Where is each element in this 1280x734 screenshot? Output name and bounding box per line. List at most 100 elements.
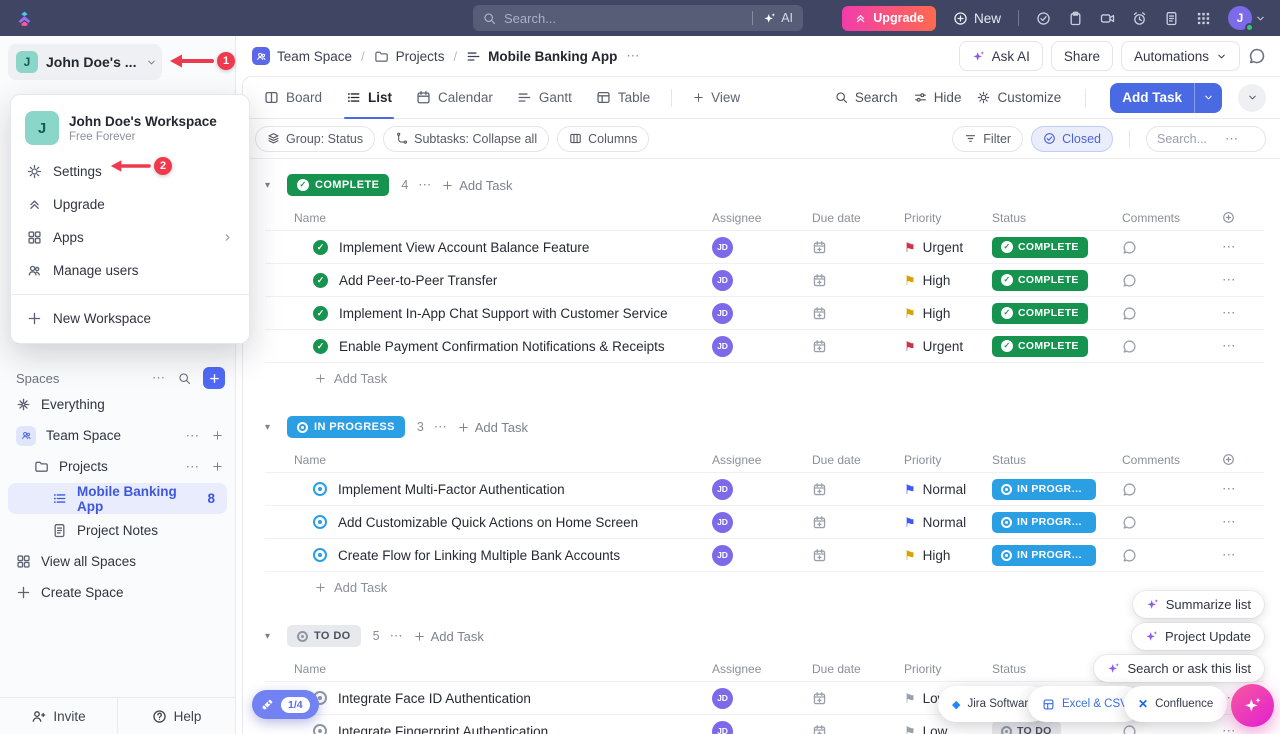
sidebar-item-project-notes[interactable]: Project Notes [0,515,235,546]
global-search[interactable]: AI [473,5,803,31]
add-task-row[interactable]: Add Task [265,362,1264,393]
due-date-add-icon[interactable] [812,339,827,354]
task-name[interactable]: Create Flow for Linking Multiple Bank Ac… [338,548,620,563]
task-row[interactable]: ✓ Add Peer-to-Peer Transfer JD ⚑ High ✓C… [265,263,1264,296]
column-header-comments[interactable]: Comments [1122,453,1214,467]
breadcrumb-projects[interactable]: Projects [374,49,445,64]
status-pill[interactable]: IN PROGRESS [992,479,1096,500]
column-header-name[interactable]: Name [265,453,712,467]
column-header-status[interactable]: Status [992,453,1122,467]
priority-cell[interactable]: ⚑ Urgent [904,339,992,354]
status-ring-icon[interactable] [313,482,327,496]
more-icon[interactable]: ⋯ [1222,481,1237,497]
comment-icon[interactable] [1122,306,1137,321]
status-pill[interactable]: IN PROGRESS [992,512,1096,533]
group-status-pill[interactable]: TO DO [287,625,361,647]
spaces-search-icon[interactable] [178,372,191,385]
closed-pill[interactable]: Closed [1031,126,1113,152]
upgrade-button[interactable]: Upgrade [842,6,936,31]
comment-icon[interactable] [1122,273,1137,288]
subtasks-pill[interactable]: Subtasks: Collapse all [383,126,549,152]
more-icon[interactable]: ⋯ [1222,338,1237,354]
due-date-add-icon[interactable] [812,691,827,706]
clipboard-icon[interactable] [1068,11,1083,26]
more-icon[interactable]: ⋯ [1222,514,1237,530]
due-date-add-icon[interactable] [812,548,827,563]
task-name[interactable]: Implement In-App Chat Support with Custo… [339,306,668,321]
assignee-avatar[interactable]: JD [712,512,733,533]
group-by-pill[interactable]: Group: Status [255,126,375,152]
assignee-avatar[interactable]: JD [712,336,733,357]
group-add-task-button[interactable]: Add Task [442,178,512,193]
search-ai-button[interactable]: AI [752,11,793,25]
new-button[interactable]: New [953,11,1001,26]
menu-item-apps[interactable]: Apps [11,221,249,254]
breadcrumb-team-space[interactable]: Team Space [252,47,352,65]
tab-list[interactable]: List [335,77,403,118]
status-pill[interactable]: ✓COMPLETE [992,270,1088,291]
column-header-assignee[interactable]: Assignee [712,662,812,676]
assignee-avatar[interactable]: JD [712,688,733,709]
automations-button[interactable]: Automations [1121,41,1240,71]
assignee-avatar[interactable]: JD [712,270,733,291]
clickup-logo[interactable] [14,8,34,28]
task-name[interactable]: Integrate Face ID Authentication [338,691,531,706]
assignee-avatar[interactable]: JD [712,545,733,566]
status-check-icon[interactable]: ✓ [313,273,328,288]
search-or-ask-button[interactable]: Search or ask this list [1094,655,1264,682]
notepad-icon[interactable] [1164,11,1179,26]
sidebar-item-view-all-spaces[interactable]: View all Spaces [0,546,235,577]
sidebar-item-everything[interactable]: Everything [0,389,235,420]
status-pill[interactable]: IN PROGRESS [992,545,1096,566]
task-row[interactable]: ✓ Implement View Account Balance Feature… [265,230,1264,263]
plus-icon[interactable] [212,430,223,441]
user-avatar[interactable]: J [1228,6,1252,30]
priority-cell[interactable]: ⚑ Low [904,724,992,734]
more-icon[interactable]: ⋯ [1222,239,1237,255]
column-header-priority[interactable]: Priority [904,453,992,467]
onboarding-progress-pill[interactable]: 1/4 [252,690,319,719]
comment-icon[interactable] [1122,240,1137,255]
plus-icon[interactable] [212,461,223,472]
global-search-input[interactable] [504,11,744,26]
task-name[interactable]: Enable Payment Confirmation Notification… [339,339,665,354]
filter-pill[interactable]: Filter [952,126,1023,152]
invite-button[interactable]: Invite [0,698,117,734]
column-header-due-date[interactable]: Due date [812,662,904,676]
menu-item-upgrade[interactable]: Upgrade [11,188,249,221]
column-header-name[interactable]: Name [265,211,712,225]
status-check-icon[interactable]: ✓ [313,339,328,354]
column-header-priority[interactable]: Priority [904,662,992,676]
more-icon[interactable]: ⋯ [1222,305,1237,321]
add-space-button[interactable] [203,367,225,389]
columns-pill[interactable]: Columns [557,126,649,152]
column-header-status[interactable]: Status [992,211,1122,225]
task-row[interactable]: ✓ Implement In-App Chat Support with Cus… [265,296,1264,329]
tab-board[interactable]: Board [253,77,333,118]
assignee-avatar[interactable]: JD [712,721,733,734]
menu-item-new-workspace[interactable]: New Workspace [11,302,249,335]
status-ring-icon[interactable] [313,548,327,562]
comment-icon[interactable] [1122,339,1137,354]
sidebar-item-team-space[interactable]: Team Space ⋯ [0,420,235,451]
add-task-row[interactable]: Add Task [265,571,1264,602]
more-icon[interactable]: ⋯ [1222,547,1237,563]
tab-gantt[interactable]: Gantt [506,77,583,118]
task-name[interactable]: Add Customizable Quick Actions on Home S… [338,515,638,530]
due-date-add-icon[interactable] [812,724,827,734]
column-header-assignee[interactable]: Assignee [712,211,812,225]
confluence-import-button[interactable]: ✕ Confluence [1124,686,1227,722]
assignee-avatar[interactable]: JD [712,237,733,258]
breadcrumb-current-list[interactable]: Mobile Banking App [466,49,617,64]
task-name[interactable]: Implement View Account Balance Feature [339,240,589,255]
status-pill[interactable]: ✓COMPLETE [992,336,1088,357]
group-status-pill[interactable]: IN PROGRESS [287,416,405,438]
sidebar-item-create-space[interactable]: Create Space [0,577,235,608]
comment-icon[interactable] [1122,724,1137,734]
add-task-button[interactable]: Add Task [1110,83,1222,113]
column-header-comments[interactable]: Comments [1122,211,1214,225]
tab-table[interactable]: Table [585,77,661,118]
workspace-switcher[interactable]: J John Doe's ... [8,44,162,80]
due-date-add-icon[interactable] [812,273,827,288]
column-header-due-date[interactable]: Due date [812,211,904,225]
